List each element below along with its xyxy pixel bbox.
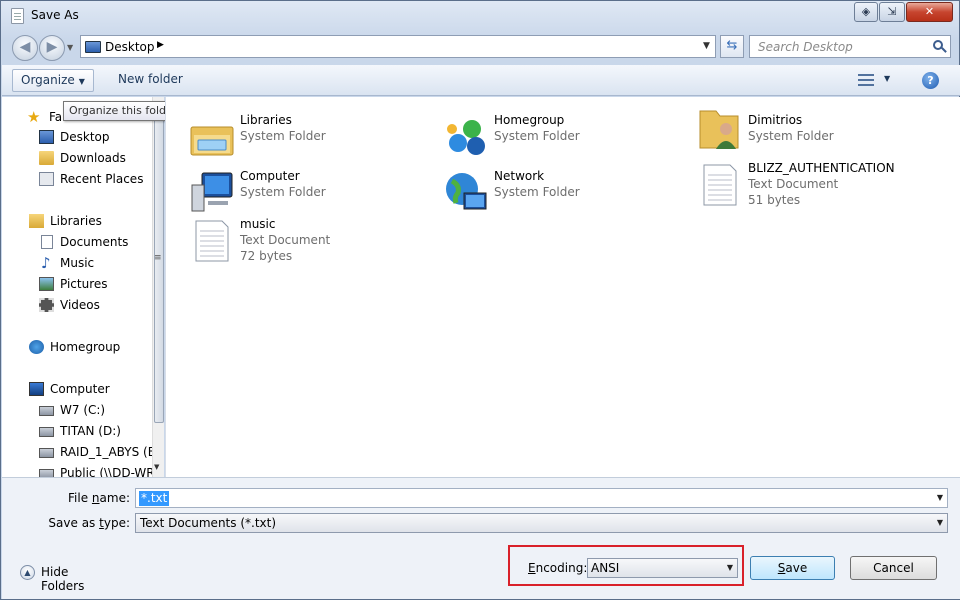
encoding-value: ANSI: [591, 561, 620, 575]
chevron-down-icon[interactable]: ▼: [937, 493, 943, 502]
libraries-icon: [29, 214, 44, 228]
network-drive-icon: [39, 469, 54, 477]
downloads-folder-icon: [39, 151, 54, 165]
sidebar-item-libraries[interactable]: Libraries: [2, 211, 152, 231]
file-name-input[interactable]: *.txt ▼: [135, 488, 948, 508]
scrollbar-thumb[interactable]: [154, 103, 164, 423]
list-item[interactable]: Homegroup System Folder: [442, 113, 682, 165]
sidebar-item-computer[interactable]: Computer: [2, 379, 152, 399]
change-view-icon[interactable]: [858, 74, 874, 86]
save-as-type-select[interactable]: Text Documents (*.txt) ▼: [135, 513, 948, 533]
close-button[interactable]: ✕: [906, 2, 953, 22]
sidebar-item-drive-c[interactable]: W7 (C:): [2, 400, 152, 420]
list-item[interactable]: music Text Document 72 bytes: [188, 217, 428, 269]
address-segment-desktop[interactable]: Desktop: [105, 40, 155, 54]
hard-drive-icon: [39, 448, 54, 458]
sidebar-item-pictures[interactable]: Pictures: [2, 274, 152, 294]
new-folder-button[interactable]: New folder: [110, 69, 191, 92]
command-bar: Organize ▼ New folder ▼ ?: [2, 65, 960, 96]
navigation-pane[interactable]: ★ Fa Desktop Downloads Recent Places Lib…: [2, 97, 152, 477]
encoding-select[interactable]: ANSI ▼: [587, 558, 738, 578]
title-bar[interactable]: Save As ◈ ⇲ ✕: [1, 1, 959, 31]
computer-icon: [191, 172, 233, 212]
save-as-type-label: Save as type:: [48, 516, 130, 530]
file-name-label: File name:: [68, 491, 130, 505]
save-as-type-value: Text Documents (*.txt): [140, 516, 277, 530]
refresh-icon: ⇆: [726, 38, 738, 53]
encoding-label: Encoding:: [528, 561, 588, 575]
search-icon[interactable]: [933, 40, 943, 50]
chevron-down-icon: ▼: [726, 563, 733, 572]
sidebar-item-downloads[interactable]: Downloads: [2, 148, 152, 168]
organize-button[interactable]: Organize ▼: [12, 69, 94, 92]
list-item[interactable]: Network System Folder: [442, 169, 682, 221]
cancel-button[interactable]: Cancel: [850, 556, 937, 580]
film-icon: [39, 298, 54, 312]
scrollbar-grip-icon: ≡: [154, 253, 162, 263]
hard-drive-icon: [39, 427, 54, 437]
notepad-icon: [11, 8, 24, 24]
search-input[interactable]: Search Desktop: [758, 40, 853, 54]
sidebar-item-documents[interactable]: Documents: [2, 232, 152, 252]
refresh-button[interactable]: ⇆: [720, 35, 744, 58]
sidebar-item-drive-d[interactable]: TITAN (D:): [2, 421, 152, 441]
star-icon: ★: [27, 108, 41, 126]
window-title: Save As: [31, 8, 79, 22]
pictures-icon: [39, 277, 54, 291]
windows-drive-icon: [39, 406, 54, 416]
text-document-icon: [703, 164, 737, 206]
homegroup-icon: [29, 340, 44, 354]
address-bar[interactable]: Desktop ▶ ▼: [80, 35, 716, 58]
address-dropdown-icon[interactable]: ▼: [703, 41, 710, 51]
forward-button[interactable]: ▶: [39, 35, 65, 61]
recent-pages-dropdown-icon[interactable]: ▼: [67, 43, 73, 52]
libraries-folder-icon: [190, 126, 234, 156]
sidebar-item-music[interactable]: ♪ Music: [2, 253, 152, 273]
user-folder-icon: [699, 110, 739, 149]
documents-icon: [41, 235, 53, 249]
list-item[interactable]: Dimitrios System Folder: [696, 105, 936, 157]
sidebar-item-recent-places[interactable]: Recent Places: [2, 169, 152, 189]
minimize-button[interactable]: ⇲: [879, 2, 905, 22]
sidebar-item-desktop[interactable]: Desktop: [2, 127, 152, 147]
file-list[interactable]: Libraries System Folder Homegroup System…: [165, 97, 960, 477]
navigation-scrollbar[interactable]: ≡ ▼: [152, 97, 164, 477]
network-icon: [446, 173, 487, 210]
desktop-icon: [85, 41, 101, 53]
file-name-value: *.txt: [139, 491, 170, 506]
sidebar-item-drive-e[interactable]: RAID_1_ABYS (E:): [2, 442, 152, 462]
back-button[interactable]: ◀: [12, 35, 38, 61]
sidebar-item-homegroup[interactable]: Homegroup: [2, 337, 152, 357]
computer-icon: [29, 382, 44, 396]
list-item[interactable]: BLIZZ_AUTHENTICATION Text Document 51 by…: [696, 161, 936, 213]
desktop-icon: [39, 130, 54, 144]
music-note-icon: ♪: [41, 254, 51, 272]
sidebar-item-network-drive[interactable]: Public (\\DD-WR: [2, 463, 152, 477]
save-as-dialog: Save As ◈ ⇲ ✕ ◀ ▶ ▼ Desktop ▶ ▼ ⇆ Search…: [0, 0, 960, 600]
chevron-down-icon: ▼: [78, 77, 85, 86]
search-box[interactable]: Search Desktop: [749, 35, 951, 58]
save-button[interactable]: Save: [750, 556, 835, 580]
homegroup-icon: [447, 120, 485, 155]
chevron-up-icon: ▲: [20, 565, 35, 580]
sidebar-item-videos[interactable]: Videos: [2, 295, 152, 315]
view-options-dropdown-icon[interactable]: ▼: [884, 74, 890, 83]
list-item[interactable]: Libraries System Folder: [188, 113, 428, 165]
recent-places-icon: [39, 172, 54, 186]
scroll-down-arrow-icon[interactable]: ▼: [154, 463, 159, 471]
help-window-button[interactable]: ◈: [854, 2, 878, 22]
chevron-down-icon: ▼: [936, 518, 943, 527]
help-icon[interactable]: ?: [922, 72, 939, 89]
chevron-right-icon[interactable]: ▶: [157, 40, 164, 50]
list-item[interactable]: Computer System Folder: [188, 169, 428, 221]
text-document-icon: [195, 220, 229, 262]
save-options-panel: File name: *.txt ▼ Save as type: Text Do…: [2, 477, 960, 599]
